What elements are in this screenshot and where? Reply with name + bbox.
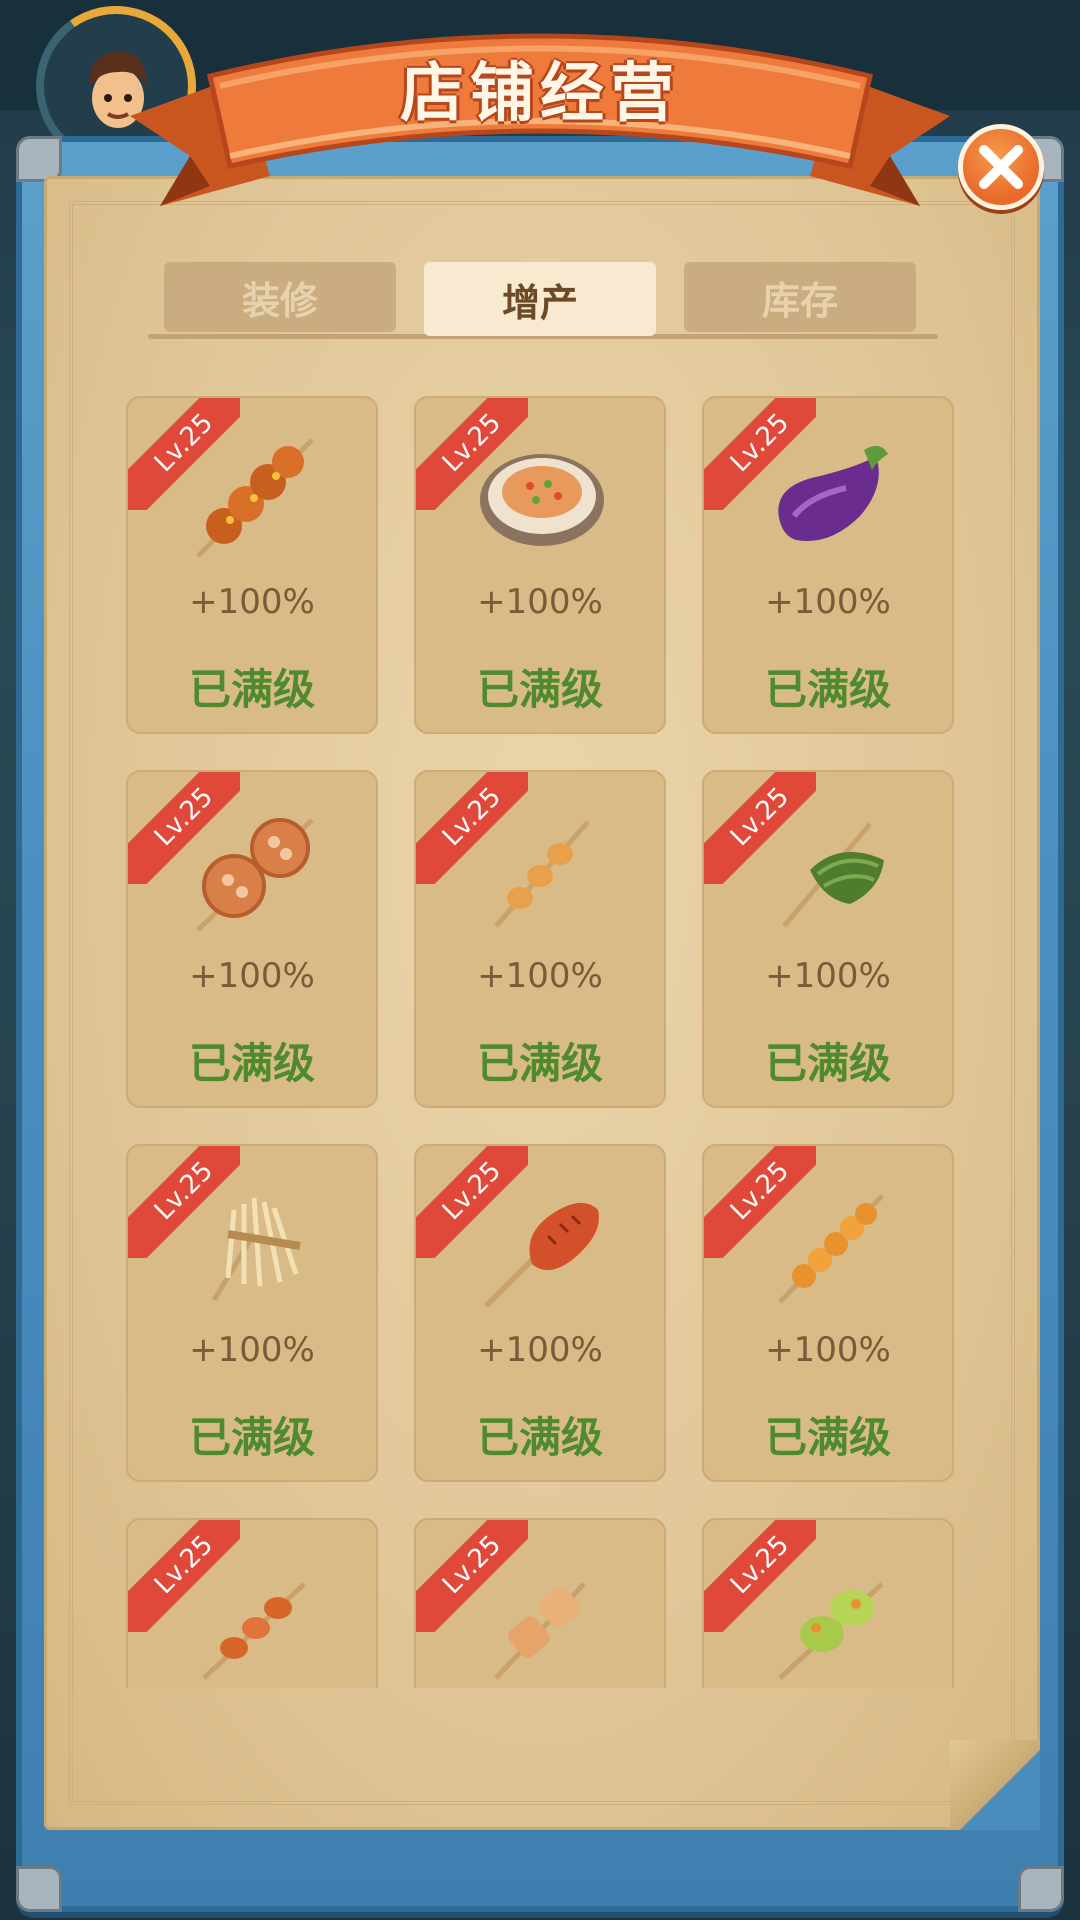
- tab-boost-production[interactable]: 增产: [424, 262, 656, 336]
- max-level-status: 已满级: [476, 1413, 603, 1462]
- item-card[interactable]: Lv.25 +100% 已满级: [414, 770, 666, 1108]
- frame-corner: [16, 1866, 62, 1912]
- tab-inventory[interactable]: 库存: [684, 262, 916, 332]
- close-button[interactable]: [958, 124, 1044, 210]
- level-badge: Lv.25: [416, 772, 528, 884]
- max-level-status: 已满级: [764, 1039, 891, 1088]
- level-text: Lv.25: [148, 1155, 220, 1227]
- item-grid[interactable]: Lv.25 +100% 已满级 Lv.25 +100% 已满级 Lv.25 +1…: [120, 388, 970, 1688]
- item-card[interactable]: Lv.25 +100% 已满级: [126, 770, 378, 1108]
- level-badge: Lv.25: [128, 772, 240, 884]
- tab-label: 装修: [241, 278, 318, 323]
- close-icon: [979, 145, 1023, 189]
- page-title: 店铺经营: [400, 57, 680, 131]
- title-ribbon: 店铺经营: [120, 6, 960, 236]
- level-badge: Lv.25: [416, 398, 528, 510]
- item-card[interactable]: Lv.25 +100% 已满级: [126, 1144, 378, 1482]
- max-level-status: 已满级: [764, 1413, 891, 1462]
- level-badge: Lv.25: [704, 1146, 816, 1258]
- max-level-status: 已满级: [188, 665, 315, 714]
- tab-decorate[interactable]: 装修: [164, 262, 396, 332]
- max-level-status: 已满级: [476, 665, 603, 714]
- bonus-text: +100%: [477, 1330, 603, 1370]
- tab-label: 增产: [501, 280, 578, 325]
- max-level-status: 已满级: [764, 665, 891, 714]
- max-level-status: 已满级: [476, 1039, 603, 1088]
- level-text: Lv.25: [724, 781, 796, 853]
- level-badge: Lv.25: [704, 772, 816, 884]
- level-badge: Lv.25: [416, 1146, 528, 1258]
- bonus-text: +100%: [189, 582, 315, 622]
- item-card[interactable]: Lv.25: [702, 1518, 954, 1688]
- level-badge: Lv.25: [128, 1520, 240, 1632]
- bonus-text: +100%: [477, 956, 603, 996]
- level-text: Lv.25: [148, 781, 220, 853]
- bonus-text: +100%: [477, 582, 603, 622]
- bonus-text: +100%: [189, 956, 315, 996]
- page-curl: [950, 1740, 1040, 1830]
- item-card[interactable]: Lv.25 +100% 已满级: [702, 396, 954, 734]
- level-text: Lv.25: [148, 1529, 220, 1601]
- tab-bar: 装修 增产 库存: [164, 262, 916, 336]
- level-text: Lv.25: [436, 1529, 508, 1601]
- item-card[interactable]: Lv.25 +100% 已满级: [414, 1144, 666, 1482]
- level-text: Lv.25: [724, 407, 796, 479]
- item-card[interactable]: Lv.25 +100% 已满级: [414, 396, 666, 734]
- level-badge: Lv.25: [128, 1146, 240, 1258]
- bonus-text: +100%: [765, 582, 891, 622]
- frame-corner: [1018, 1866, 1064, 1912]
- level-badge: Lv.25: [416, 1520, 528, 1632]
- level-text: Lv.25: [724, 1529, 796, 1601]
- bonus-text: +100%: [189, 1330, 315, 1370]
- level-text: Lv.25: [436, 1155, 508, 1227]
- tab-label: 库存: [761, 278, 838, 323]
- item-card[interactable]: Lv.25: [414, 1518, 666, 1688]
- max-level-status: 已满级: [188, 1039, 315, 1088]
- level-badge: Lv.25: [704, 1520, 816, 1632]
- item-card[interactable]: Lv.25 +100% 已满级: [126, 396, 378, 734]
- item-card[interactable]: Lv.25 +100% 已满级: [702, 1144, 954, 1482]
- item-card[interactable]: Lv.25: [126, 1518, 378, 1688]
- bonus-text: +100%: [765, 1330, 891, 1370]
- level-text: Lv.25: [148, 407, 220, 479]
- level-text: Lv.25: [436, 407, 508, 479]
- max-level-status: 已满级: [188, 1413, 315, 1462]
- level-badge: Lv.25: [704, 398, 816, 510]
- level-badge: Lv.25: [128, 398, 240, 510]
- item-card[interactable]: Lv.25 +100% 已满级: [702, 770, 954, 1108]
- bonus-text: +100%: [765, 956, 891, 996]
- level-text: Lv.25: [436, 781, 508, 853]
- level-text: Lv.25: [724, 1155, 796, 1227]
